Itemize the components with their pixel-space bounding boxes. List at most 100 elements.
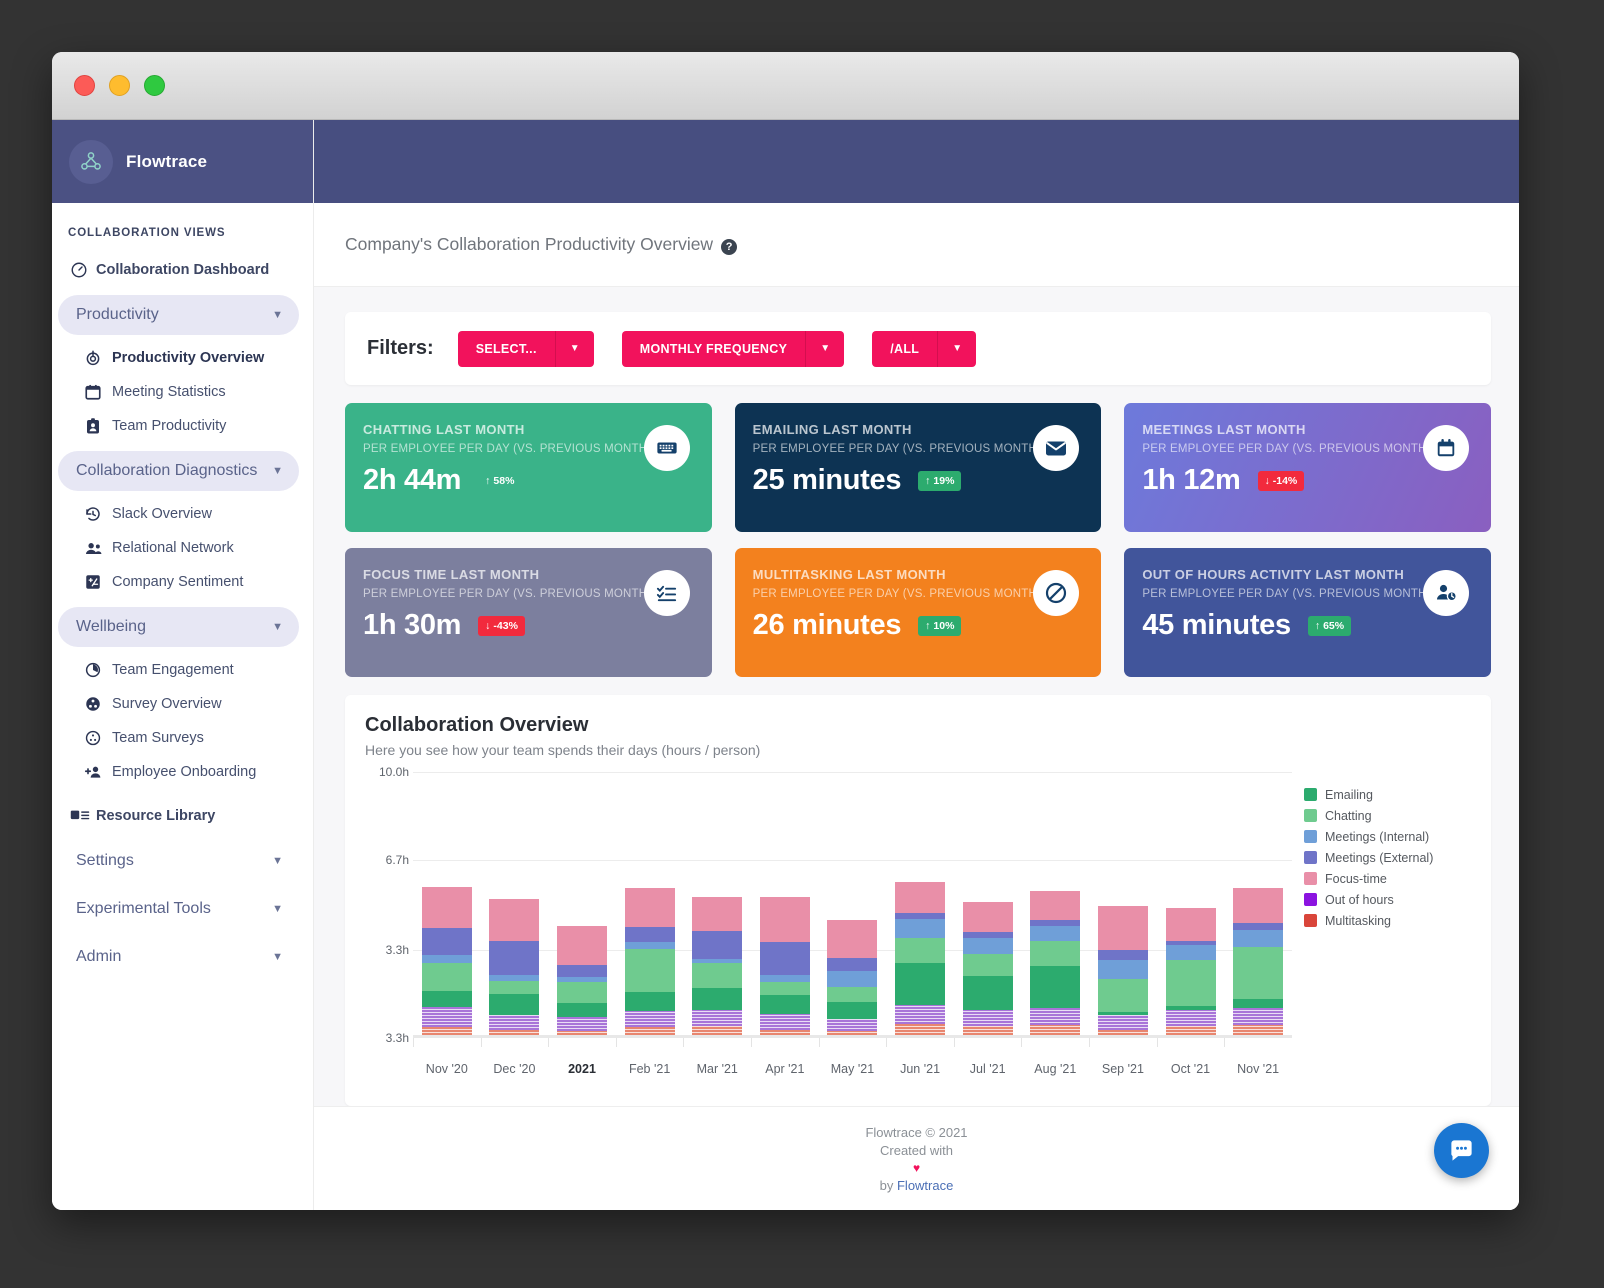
filter-scope-dropdown[interactable]: /ALL ▼ (872, 330, 977, 367)
sidebar-item-team-productivity[interactable]: Team Productivity (52, 409, 313, 443)
sidebar-group-collaboration-diagnostics[interactable]: Collaboration Diagnostics ▼ (58, 451, 299, 491)
stacked-bar[interactable] (1233, 887, 1284, 1038)
sidebar-item-label: Team Surveys (112, 730, 204, 746)
footer-brand-link[interactable]: Flowtrace (897, 1178, 953, 1193)
sidebar-item-company-sentiment[interactable]: Company Sentiment (52, 565, 313, 599)
filter-select-dropdown[interactable]: SELECT... ▼ (457, 330, 594, 367)
stacked-bar[interactable] (489, 899, 540, 1038)
calendar-icon (84, 383, 112, 401)
legend-item[interactable]: Chatting (1304, 805, 1469, 826)
sidebar-item-label: Meeting Statistics (112, 384, 226, 400)
sidebar-group-settings[interactable]: Settings ▼ (58, 841, 299, 881)
kpi-card-out-of-hours[interactable]: OUT OF HOURS ACTIVITY LAST MONTH PER EMP… (1124, 548, 1492, 677)
sidebar-item-employee-onboarding[interactable]: Employee Onboarding (52, 755, 313, 789)
chat-bubble-icon[interactable] (1434, 1123, 1489, 1178)
bar-group[interactable] (953, 772, 1022, 1047)
x-axis-tick-label: Jun '21 (900, 1062, 941, 1076)
sidebar-item-productivity-overview[interactable]: Productivity Overview (52, 341, 313, 375)
bar-segment (557, 965, 608, 978)
bar-group[interactable] (1224, 772, 1292, 1047)
help-circle-icon[interactable]: ? (721, 238, 738, 255)
bar-group[interactable] (818, 772, 887, 1047)
bar-segment (827, 1018, 878, 1031)
minimize-button[interactable] (109, 75, 130, 96)
maximize-button[interactable] (144, 75, 165, 96)
sidebar-group-experimental-tools[interactable]: Experimental Tools ▼ (58, 889, 299, 929)
legend-item[interactable]: Meetings (External) (1304, 847, 1469, 868)
stacked-bar[interactable] (557, 925, 608, 1038)
sidebar-group-productivity[interactable]: Productivity ▼ (58, 295, 299, 335)
stacked-bar[interactable] (962, 902, 1013, 1038)
bar-segment (1097, 978, 1148, 1012)
sidebar-item-team-surveys[interactable]: Team Surveys (52, 721, 313, 755)
stacked-bar[interactable] (895, 881, 946, 1038)
window-titlebar (52, 52, 1519, 120)
survey-filled-icon (84, 695, 112, 713)
chevron-down-icon[interactable]: ▼ (806, 330, 845, 367)
kpi-card-focus-time[interactable]: FOCUS TIME LAST MONTH PER EMPLOYEE PER D… (345, 548, 712, 677)
sidebar-item-team-engagement[interactable]: Team Engagement (52, 653, 313, 687)
stacked-bar[interactable] (827, 920, 878, 1038)
sidebar-item-meeting-statistics[interactable]: Meeting Statistics (52, 375, 313, 409)
stacked-bar[interactable] (759, 896, 810, 1038)
sidebar-item-survey-overview[interactable]: Survey Overview (52, 687, 313, 721)
bar-group[interactable] (1089, 772, 1157, 1047)
kpi-card-multitasking[interactable]: MULTITASKING LAST MONTH PER EMPLOYEE PER… (734, 548, 1102, 677)
main-region: Company's Collaboration Productivity Ove… (314, 120, 1519, 1210)
chevron-down-icon[interactable]: ▼ (938, 330, 977, 367)
bar-group[interactable] (683, 772, 751, 1047)
bar-group[interactable] (886, 772, 954, 1047)
filter-scope-label[interactable]: /ALL (872, 330, 939, 367)
filter-select-label[interactable]: SELECT... (457, 330, 556, 367)
bar-group[interactable] (1021, 772, 1089, 1047)
kpi-card-chatting[interactable]: CHATTING LAST MONTH PER EMPLOYEE PER DAY… (345, 403, 712, 532)
sidebar-item-resource-library[interactable]: Resource Library (52, 799, 313, 833)
kpi-delta-value: 19% (933, 474, 955, 487)
bar-group[interactable] (615, 772, 684, 1047)
close-button[interactable] (74, 75, 95, 96)
bar-group[interactable] (480, 772, 549, 1047)
stacked-bar[interactable] (624, 888, 675, 1038)
stacked-bar[interactable] (1097, 905, 1148, 1038)
bar-group[interactable] (548, 772, 616, 1047)
kpi-card-emailing[interactable]: EMAILING LAST MONTH PER EMPLOYEE PER DAY… (734, 403, 1102, 532)
sidebar-item-collaboration-dashboard[interactable]: Collaboration Dashboard (52, 253, 313, 287)
bar-group[interactable] (751, 772, 819, 1047)
sidebar-item-slack-overview[interactable]: Slack Overview (52, 497, 313, 531)
legend-item[interactable]: Meetings (Internal) (1304, 826, 1469, 847)
sidebar-item-relational-network[interactable]: Relational Network (52, 531, 313, 565)
bar-segment (489, 981, 540, 994)
stacked-bar[interactable] (1165, 908, 1216, 1038)
bar-segment (827, 1002, 878, 1019)
bar-segment (759, 941, 810, 975)
legend-label: Out of hours (1325, 892, 1394, 907)
legend-swatch (1304, 851, 1317, 864)
bar-segment (827, 971, 878, 988)
kpi-title: EMAILING LAST MONTH (752, 422, 912, 437)
x-axis-tick-label: Jul '21 (969, 1062, 1006, 1076)
stacked-bar[interactable] (692, 896, 743, 1038)
kpi-card-meetings[interactable]: MEETINGS LAST MONTH PER EMPLOYEE PER DAY… (1124, 403, 1492, 532)
bar-group[interactable] (1156, 772, 1225, 1047)
sidebar-group-admin[interactable]: Admin ▼ (58, 937, 299, 977)
sidebar-group-wellbeing[interactable]: Wellbeing ▼ (58, 607, 299, 647)
clock-history-icon (84, 505, 112, 523)
stacked-bar[interactable] (1030, 890, 1081, 1038)
kpi-delta-badge: ↑ 58% (478, 471, 521, 491)
bar-segment (624, 949, 675, 993)
bar-segment (624, 942, 675, 950)
stacked-bar[interactable] (421, 886, 472, 1038)
legend-item[interactable]: Multitasking (1304, 910, 1469, 931)
kpi-delta-value: 58% (493, 474, 515, 487)
chevron-down-icon[interactable]: ▼ (555, 330, 594, 367)
gauge-icon (70, 261, 96, 279)
legend-item[interactable]: Out of hours (1304, 889, 1469, 910)
bar-group[interactable] (413, 772, 481, 1047)
legend-item[interactable]: Focus-time (1304, 868, 1469, 889)
bar-segment (421, 954, 472, 963)
legend-item[interactable]: Emailing (1304, 784, 1469, 805)
filter-frequency-label[interactable]: MONTHLY FREQUENCY (621, 330, 807, 367)
filter-frequency-dropdown[interactable]: MONTHLY FREQUENCY ▼ (621, 330, 845, 367)
x-axis-tick (818, 1038, 820, 1047)
bar-segment (827, 958, 878, 971)
